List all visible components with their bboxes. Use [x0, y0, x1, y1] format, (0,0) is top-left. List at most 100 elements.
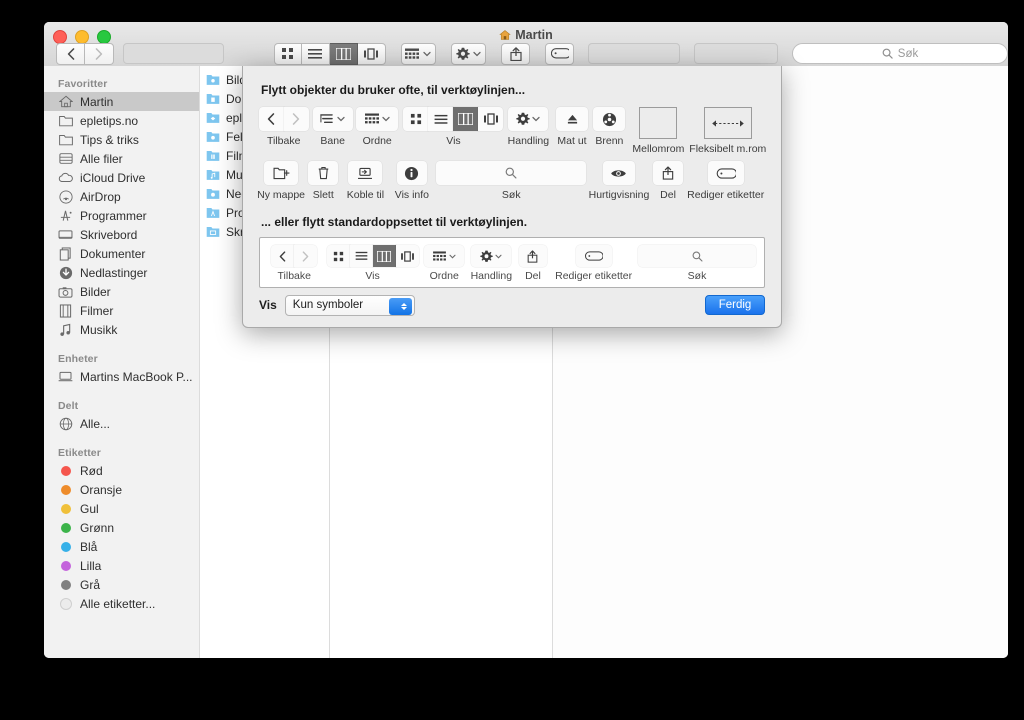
sidebar-section-header-etiketter: Etiketter — [58, 447, 101, 459]
column-view-button[interactable] — [329, 42, 358, 65]
sidebar-item-bilder[interactable]: Bilder — [44, 282, 199, 301]
sidebar[interactable]: Favoritter Martin epletips.no Tips & tri… — [44, 66, 200, 658]
palette-item-sok[interactable]: Søk — [436, 161, 587, 201]
default-item-vis[interactable]: Vis — [326, 245, 419, 282]
connect-server-icon — [348, 161, 383, 185]
default-item-del[interactable]: Del — [517, 245, 550, 282]
default-forward-segment[interactable] — [294, 245, 318, 267]
gear-dropdown-icon — [508, 107, 549, 131]
dropbox-folder-icon — [206, 112, 220, 123]
sidebar-item-airdrop[interactable]: AirDrop — [44, 187, 199, 206]
edit-tags-button[interactable] — [545, 42, 574, 65]
default-back-segment[interactable] — [271, 245, 295, 267]
page-title: Martin — [515, 28, 553, 42]
list-view-button[interactable] — [301, 42, 330, 65]
sidebar-item-tag-rod[interactable]: Rød — [44, 461, 199, 480]
palette-column-view[interactable] — [453, 107, 479, 131]
color-dot-icon — [58, 501, 73, 516]
palette-item-hurtigvisning[interactable]: Hurtigvisning — [586, 161, 651, 201]
coverflow-view-button[interactable] — [357, 42, 386, 65]
palette-item-ordne[interactable]: Ordne — [355, 107, 400, 147]
palette-item-label: Del — [660, 189, 676, 201]
default-item-label: Ordne — [429, 270, 459, 282]
arrange-button[interactable] — [400, 42, 437, 65]
palette-icon-view[interactable] — [403, 107, 429, 131]
display-mode-select[interactable]: Kun symboler — [284, 294, 415, 316]
path-field-right[interactable] — [694, 43, 779, 64]
palette-item-label: Koble til — [346, 189, 385, 201]
all-files-icon — [58, 151, 73, 166]
palette-item-label: Handling — [507, 135, 550, 147]
sidebar-item-nedlastinger[interactable]: Nedlastinger — [44, 263, 199, 282]
icon-view-button[interactable] — [273, 42, 302, 65]
palette-item-vis[interactable]: Vis — [403, 107, 504, 147]
default-item-sok[interactable]: Søk — [638, 245, 756, 282]
action-menu-button[interactable] — [451, 42, 487, 65]
share-button[interactable] — [501, 42, 531, 65]
sidebar-item-musikk[interactable]: Musikk — [44, 320, 199, 339]
sidebar-item-alle-etiketter[interactable]: Alle etiketter... — [44, 594, 199, 613]
default-item-label: Tilbake — [277, 270, 311, 282]
search-icon — [882, 48, 893, 59]
palette-item-ny-mappe[interactable]: Ny mappe — [257, 161, 305, 201]
sidebar-item-tips-triks[interactable]: Tips & triks — [44, 130, 199, 149]
sidebar-item-tag-gul[interactable]: Gul — [44, 499, 199, 518]
palette-item-del[interactable]: Del — [652, 161, 685, 201]
default-coverflow-view[interactable] — [395, 245, 419, 267]
palette-item-tilbake[interactable]: Tilbake — [257, 107, 310, 147]
searchfield-preview[interactable] — [638, 245, 756, 267]
sidebar-item-tag-oransje[interactable]: Oransje — [44, 480, 199, 499]
sidebar-item-alle[interactable]: Alle... — [44, 414, 199, 433]
default-item-ordne[interactable]: Ordne — [423, 245, 466, 282]
palette-item-fleksibelt-mellomrom[interactable]: Fleksibelt m.rom — [689, 107, 767, 155]
sidebar-item-skrivebord[interactable]: Skrivebord — [44, 225, 199, 244]
palette-item-slett[interactable]: Slett — [305, 161, 341, 201]
default-item-handling[interactable]: Handling — [466, 245, 517, 282]
sidebar-item-filmer[interactable]: Filmer — [44, 301, 199, 320]
searchfield-preview[interactable] — [436, 161, 587, 185]
palette-item-mat-ut[interactable]: Mat ut — [553, 107, 590, 147]
share-icon — [653, 161, 684, 185]
sidebar-section-header-favoritter: Favoritter — [58, 78, 108, 90]
sidebar-item-tag-gronn[interactable]: Grønn — [44, 518, 199, 537]
sidebar-item-alle-filer[interactable]: Alle filer — [44, 149, 199, 168]
palette-item-rediger-etiketter[interactable]: Rediger etiketter — [684, 161, 767, 201]
sidebar-item-macbook[interactable]: Martins MacBook P... — [44, 367, 199, 386]
back-button[interactable] — [56, 42, 85, 65]
path-field-left[interactable] — [123, 43, 224, 64]
path-field-middle[interactable] — [587, 43, 681, 64]
window-title-area: Martin — [44, 28, 1008, 42]
sidebar-item-dokumenter[interactable]: Dokumenter — [44, 244, 199, 263]
default-item-tilbake[interactable]: Tilbake — [268, 245, 321, 282]
search-input[interactable]: Søk — [792, 43, 1008, 64]
sidebar-item-tag-bla[interactable]: Blå — [44, 537, 199, 556]
sidebar-item-tag-gra[interactable]: Grå — [44, 575, 199, 594]
sidebar-item-label: Blå — [80, 539, 98, 554]
palette-item-mellomrom[interactable]: Mellomrom — [628, 107, 689, 155]
palette-item-bane[interactable]: Bane — [310, 107, 355, 147]
forward-button[interactable] — [85, 42, 114, 65]
palette-list-view[interactable] — [428, 107, 454, 131]
done-button[interactable]: Ferdig — [705, 295, 765, 315]
default-toolbar-set[interactable]: Tilbake Vis Ordne Handling Del Rediger e… — [259, 237, 765, 288]
palette-item-label: Ordne — [362, 135, 392, 147]
sidebar-item-tag-lilla[interactable]: Lilla — [44, 556, 199, 575]
palette-forward-segment[interactable] — [283, 107, 309, 131]
default-column-view[interactable] — [372, 245, 396, 267]
palette-item-koble-til[interactable]: Koble til — [341, 161, 389, 201]
palette-back-segment[interactable] — [258, 107, 284, 131]
applications-folder-icon — [206, 207, 220, 218]
default-item-rediger-etiketter[interactable]: Rediger etiketter — [549, 245, 638, 282]
palette-coverflow-view[interactable] — [478, 107, 504, 131]
default-list-view[interactable] — [349, 245, 373, 267]
sidebar-item-icloud-drive[interactable]: iCloud Drive — [44, 168, 199, 187]
palette-item-vis-info[interactable]: Vis info — [390, 161, 435, 201]
sidebar-item-epletips[interactable]: epletips.no — [44, 111, 199, 130]
default-icon-view[interactable] — [326, 245, 350, 267]
palette-item-handling[interactable]: Handling — [503, 107, 553, 147]
palette-item-label: Brenn — [595, 135, 624, 147]
sheet-footer: Vis Kun symboler Ferdig — [243, 283, 781, 327]
sidebar-item-programmer[interactable]: Programmer — [44, 206, 199, 225]
sidebar-item-martin[interactable]: Martin — [44, 92, 199, 111]
palette-item-brenn[interactable]: Brenn — [591, 107, 628, 147]
